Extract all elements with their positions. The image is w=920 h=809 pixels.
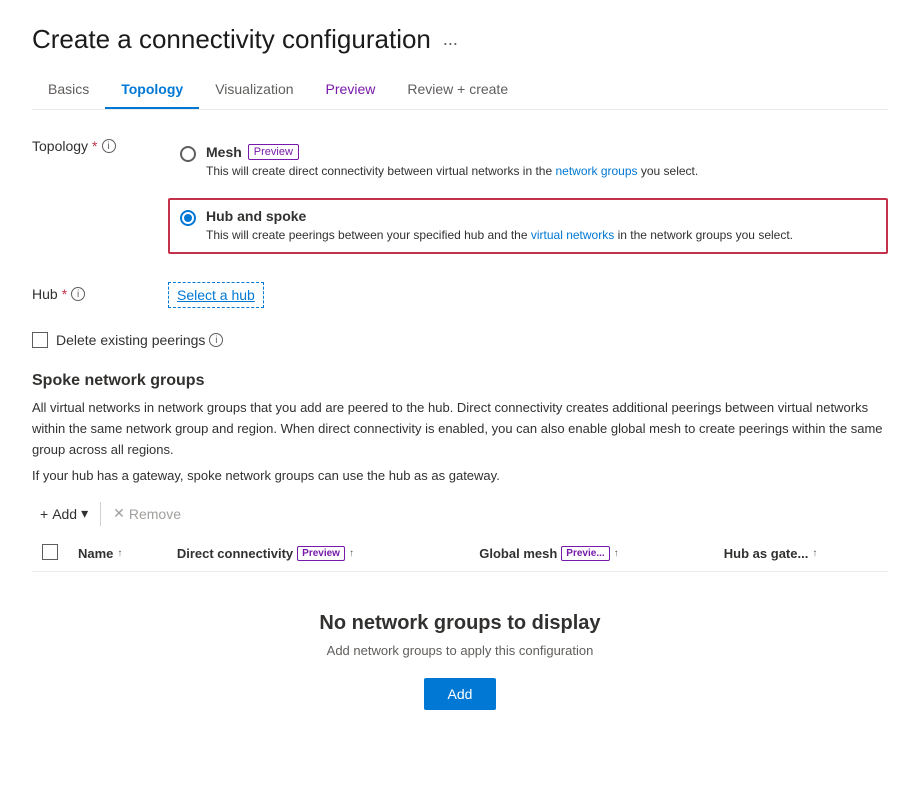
page-options-icon[interactable]: ... xyxy=(443,29,458,50)
required-indicator: * xyxy=(92,138,97,154)
tab-visualization[interactable]: Visualization xyxy=(199,71,309,109)
topology-options: Mesh Preview This will create direct con… xyxy=(168,134,888,262)
empty-add-button[interactable]: Add xyxy=(424,678,497,710)
toolbar-separator xyxy=(100,502,101,526)
mesh-radio[interactable] xyxy=(180,146,196,162)
form-section: Topology * i Mesh Preview This will crea… xyxy=(32,134,888,750)
spoke-section-title: Spoke network groups xyxy=(32,372,888,390)
tab-basics[interactable]: Basics xyxy=(32,71,105,109)
mesh-preview-badge: Preview xyxy=(248,144,299,160)
delete-peerings-info-icon[interactable]: i xyxy=(209,333,223,347)
topology-hub-spoke-option[interactable]: Hub and spoke This will create peerings … xyxy=(168,198,888,254)
mesh-description: This will create direct connectivity bet… xyxy=(206,162,698,180)
tab-review-create[interactable]: Review + create xyxy=(391,71,524,109)
mesh-title: Mesh Preview xyxy=(206,144,698,160)
spoke-groups-table: Name ↑ Direct connectivity Preview ↑ xyxy=(32,536,888,750)
page-title: Create a connectivity configuration xyxy=(32,24,431,55)
empty-state-cell: No network groups to display Add network… xyxy=(32,572,888,751)
spoke-desc-1: All virtual networks in network groups t… xyxy=(32,398,888,460)
hub-required-indicator: * xyxy=(62,286,67,302)
hub-spoke-label-group: Hub and spoke This will create peerings … xyxy=(206,208,793,244)
empty-state-row: No network groups to display Add network… xyxy=(32,572,888,751)
global-mesh-sort-icon: ↑ xyxy=(614,548,619,559)
add-plus-icon: + xyxy=(40,506,48,522)
select-all-checkbox[interactable] xyxy=(42,544,58,560)
hub-spoke-title: Hub and spoke xyxy=(206,208,793,224)
table-body: No network groups to display Add network… xyxy=(32,572,888,751)
table-header-row: Name ↑ Direct connectivity Preview ↑ xyxy=(32,536,888,572)
table-toolbar: + Add ▾ ✕ Remove xyxy=(32,499,888,536)
select-hub-link[interactable]: Select a hub xyxy=(168,282,264,308)
col-name-header[interactable]: Name ↑ xyxy=(68,536,167,572)
mesh-label-group: Mesh Preview This will create direct con… xyxy=(206,144,698,180)
delete-peerings-row: Delete existing peerings i xyxy=(32,332,888,348)
direct-connectivity-preview-badge: Preview xyxy=(297,546,345,561)
remove-button[interactable]: ✕ Remove xyxy=(105,499,189,528)
tab-bar: Basics Topology Visualization Preview Re… xyxy=(32,71,888,110)
topology-mesh-option[interactable]: Mesh Preview This will create direct con… xyxy=(168,134,888,190)
tab-topology[interactable]: Topology xyxy=(105,71,199,109)
global-mesh-preview-badge: Previe... xyxy=(561,546,609,561)
remove-label: Remove xyxy=(129,506,181,522)
page-title-area: Create a connectivity configuration ... xyxy=(32,24,888,55)
empty-state: No network groups to display Add network… xyxy=(32,572,888,750)
select-all-header xyxy=(32,536,68,572)
topology-label: Topology * i xyxy=(32,134,152,154)
hub-spoke-description: This will create peerings between your s… xyxy=(206,226,793,244)
hub-select-area: Select a hub xyxy=(168,282,888,308)
hub-as-gate-sort-icon: ↑ xyxy=(812,548,817,559)
remove-x-icon: ✕ xyxy=(113,505,125,522)
spoke-section: Spoke network groups All virtual network… xyxy=(32,372,888,750)
add-chevron-icon: ▾ xyxy=(81,505,88,522)
topology-info-icon[interactable]: i xyxy=(102,139,116,153)
col-hub-as-gate-header[interactable]: Hub as gate... ↑ xyxy=(714,536,888,572)
tab-preview[interactable]: Preview xyxy=(310,71,392,109)
hub-label: Hub * i xyxy=(32,282,152,302)
topology-field-row: Topology * i Mesh Preview This will crea… xyxy=(32,134,888,262)
delete-peerings-label: Delete existing peerings i xyxy=(56,332,223,348)
hub-info-icon[interactable]: i xyxy=(71,287,85,301)
add-label: Add xyxy=(52,506,77,522)
delete-peerings-checkbox[interactable] xyxy=(32,332,48,348)
name-sort-icon: ↑ xyxy=(117,548,122,559)
hub-spoke-radio[interactable] xyxy=(180,210,196,226)
col-global-mesh-header[interactable]: Global mesh Previe... ↑ xyxy=(469,536,714,572)
spoke-desc-2: If your hub has a gateway, spoke network… xyxy=(32,466,888,487)
empty-description: Add network groups to apply this configu… xyxy=(52,643,868,658)
empty-title: No network groups to display xyxy=(52,612,868,635)
add-button[interactable]: + Add ▾ xyxy=(32,499,96,528)
hub-field-row: Hub * i Select a hub xyxy=(32,282,888,308)
col-direct-connectivity-header[interactable]: Direct connectivity Preview ↑ xyxy=(167,536,469,572)
direct-connectivity-sort-icon: ↑ xyxy=(349,548,354,559)
